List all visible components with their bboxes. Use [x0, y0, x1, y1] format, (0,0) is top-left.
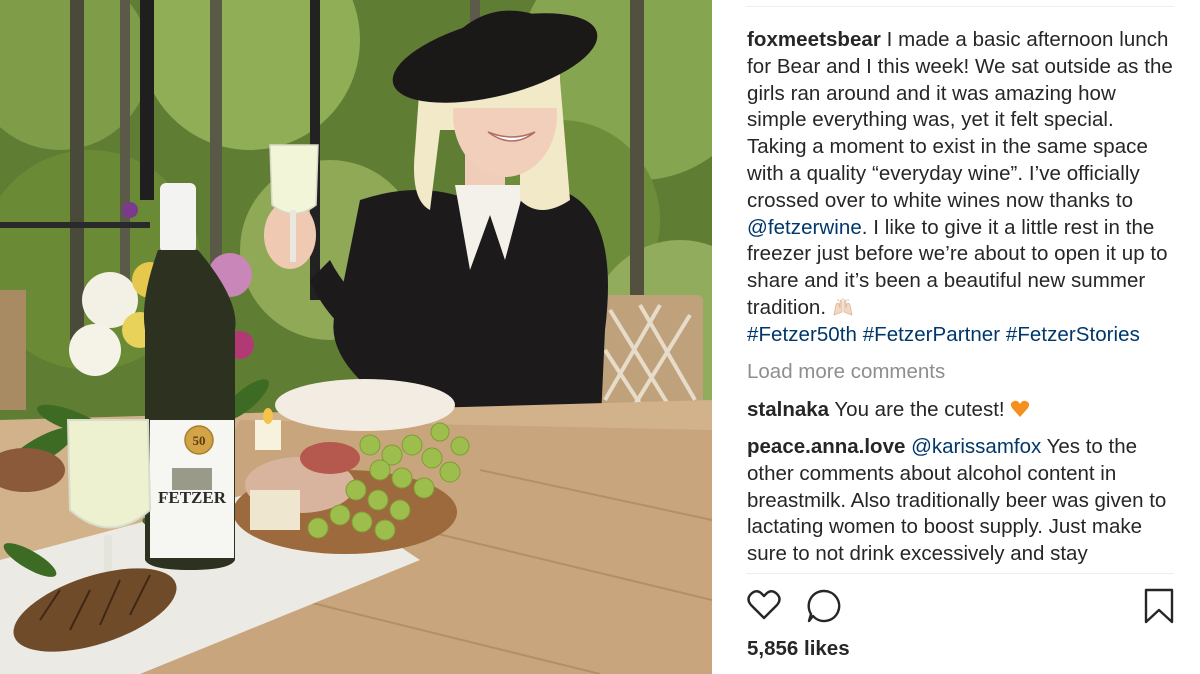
- hashtag-link[interactable]: #FetzerStories: [1006, 323, 1140, 346]
- comment-item: stalnaka You are the cutest!: [747, 397, 1177, 424]
- comment-item: peace.anna.love @karissamfox Yes to the …: [747, 434, 1177, 567]
- caption-mention-link[interactable]: @fetzerwine: [747, 216, 862, 239]
- load-more-comments-button[interactable]: Load more comments: [747, 360, 945, 384]
- bottle-badge: 50: [193, 433, 206, 448]
- hashtag-link[interactable]: #FetzerPartner: [863, 323, 1000, 346]
- post-author-username[interactable]: foxmeetsbear: [747, 28, 881, 51]
- orange-heart-emoji-icon: [1011, 400, 1030, 417]
- comment-mention-link[interactable]: @karissamfox: [911, 435, 1041, 458]
- comment-author-username[interactable]: stalnaka: [747, 398, 829, 421]
- divider-top: [746, 6, 1174, 7]
- photo-illustration: 50 FETZER: [0, 0, 712, 674]
- likes-count[interactable]: 5,856 likes: [747, 637, 850, 661]
- comment-text: You are the cutest!: [829, 398, 1011, 421]
- post-caption: foxmeetsbear I made a basic afternoon lu…: [747, 27, 1177, 349]
- caption-text: I made a basic afternoon lunch for Bear …: [747, 28, 1173, 212]
- bottle-label: FETZER: [158, 488, 227, 507]
- hashtag-link[interactable]: #Fetzer50th: [747, 323, 857, 346]
- speech-bubble-icon[interactable]: [807, 589, 841, 623]
- post-photo[interactable]: 50 FETZER: [0, 0, 712, 674]
- bookmark-icon[interactable]: [1143, 588, 1175, 624]
- heart-outline-icon[interactable]: [747, 589, 781, 621]
- divider-bottom: [746, 573, 1174, 574]
- raised-hands-emoji-icon: [833, 297, 853, 316]
- comment-author-username[interactable]: peace.anna.love: [747, 435, 905, 458]
